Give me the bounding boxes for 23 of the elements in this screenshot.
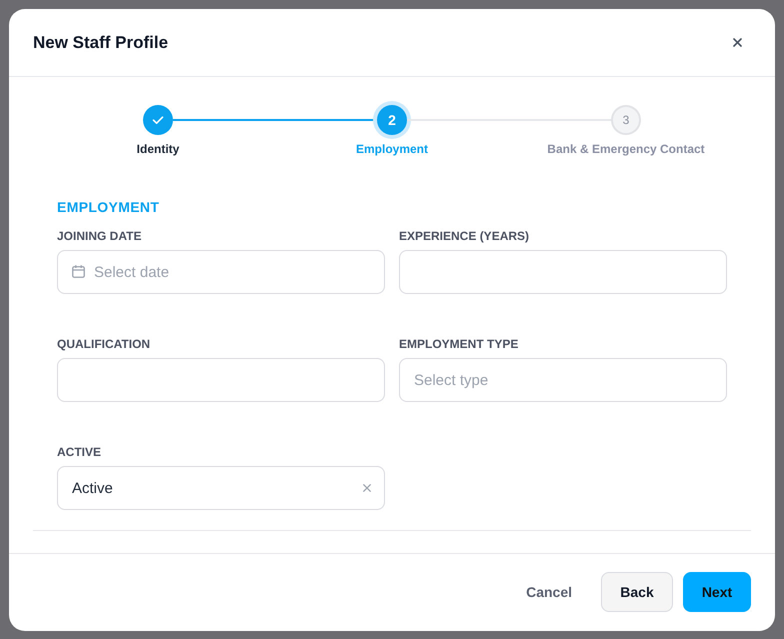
step-label: Identity [136, 142, 180, 156]
select-field[interactable]: Select type [399, 358, 727, 402]
step-label: Bank & Emergency Contact [547, 142, 705, 156]
field-label: QUALIFICATION [57, 336, 150, 352]
back-button[interactable]: Back [601, 572, 673, 612]
section-title: EMPLOYMENT [57, 199, 160, 215]
field-label: ACTIVE [57, 444, 102, 460]
select-field[interactable]: Active [57, 466, 385, 510]
field-label: JOINING DATE [57, 228, 142, 244]
clear-icon[interactable] [363, 484, 371, 492]
date-field[interactable]: Select date [57, 250, 385, 294]
input-field[interactable] [399, 250, 727, 294]
field-label: EMPLOYMENT TYPE [399, 336, 518, 352]
next-button[interactable]: Next [683, 572, 751, 612]
calendar-icon [72, 265, 85, 278]
field-label: EXPERIENCE (YEARS) [399, 228, 530, 244]
input-field[interactable] [57, 358, 385, 402]
step-number: 3 [611, 105, 641, 135]
step-label: Employment [356, 142, 428, 156]
dialog-title: New Staff Profile [33, 32, 168, 54]
step-number: 2 [373, 101, 411, 139]
cancel-button[interactable]: Cancel [510, 572, 588, 612]
close-icon [732, 38, 742, 47]
